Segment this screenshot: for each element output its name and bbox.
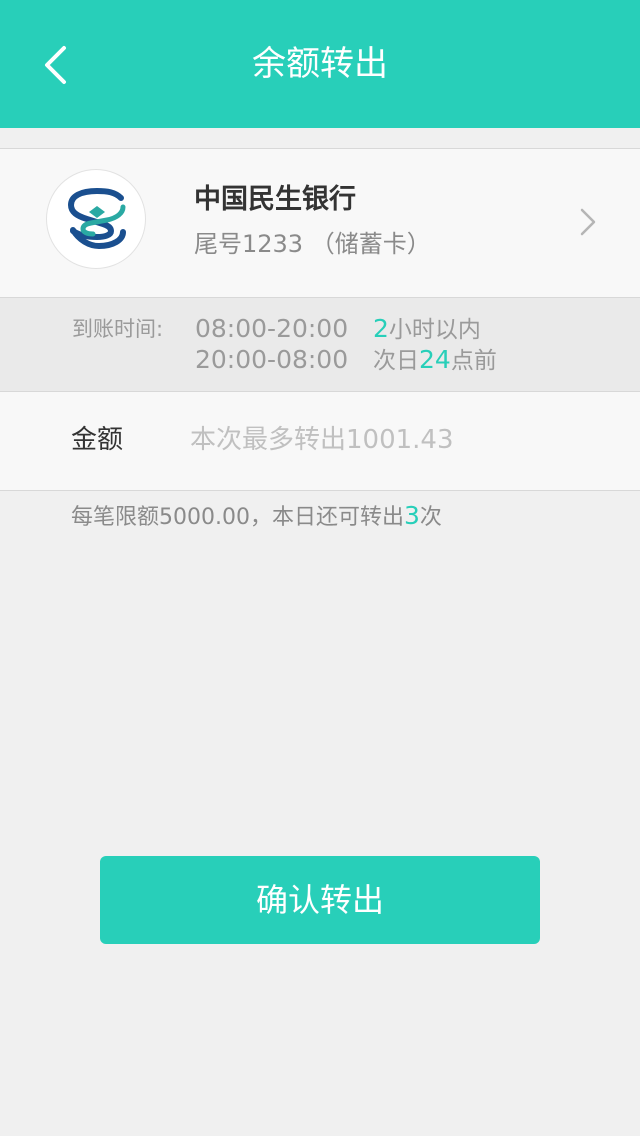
limit-text: 每笔限额5000.00，本日还可转出 <box>71 505 404 530</box>
minsheng-bank-logo-icon <box>67 188 126 250</box>
arrival-time-label: 到账时间: <box>72 317 164 341</box>
confirm-transfer-button[interactable]: 确认转出 <box>100 856 540 944</box>
transfer-out-page: 余额转出 中国民生银行 尾号1233 （储蓄卡） 到账时间: 08:00-20:… <box>0 0 640 1136</box>
arrival-desc-prefix: 次日 <box>373 348 419 374</box>
arrival-time-info: 到账时间: 08:00-20:00 2小时以内 20:00-08:00 次日24… <box>0 298 640 392</box>
amount-label: 金额 <box>71 425 124 455</box>
chevron-right-icon <box>580 208 596 236</box>
limit-unit: 次 <box>419 505 442 530</box>
bank-card-selector[interactable]: 中国民生银行 尾号1233 （储蓄卡） <box>0 148 640 298</box>
arrival-desc-suffix: 点前 <box>450 348 497 374</box>
arrival-hours: 2 <box>373 314 389 343</box>
time-range-night: 20:00-08:00 <box>195 345 349 374</box>
top-bar: 余额转出 <box>0 0 640 128</box>
arrival-desc-suffix: 小时以内 <box>388 317 481 343</box>
limit-note: 每笔限额5000.00，本日还可转出3次 <box>71 500 442 534</box>
card-tail-info: 尾号1233 （储蓄卡） <box>194 230 431 258</box>
bank-logo <box>46 169 146 269</box>
bank-name: 中国民生银行 <box>194 184 356 215</box>
arrival-desc-day: 2小时以内 <box>373 314 481 345</box>
arrival-hour-next-day: 24 <box>419 345 451 374</box>
amount-input[interactable] <box>190 416 610 464</box>
arrival-desc-night: 次日24点前 <box>373 345 497 376</box>
remaining-count: 3 <box>403 501 420 530</box>
amount-row: 金额 <box>0 392 640 491</box>
time-range-day: 08:00-20:00 <box>195 314 349 343</box>
page-title: 余额转出 <box>252 44 388 84</box>
